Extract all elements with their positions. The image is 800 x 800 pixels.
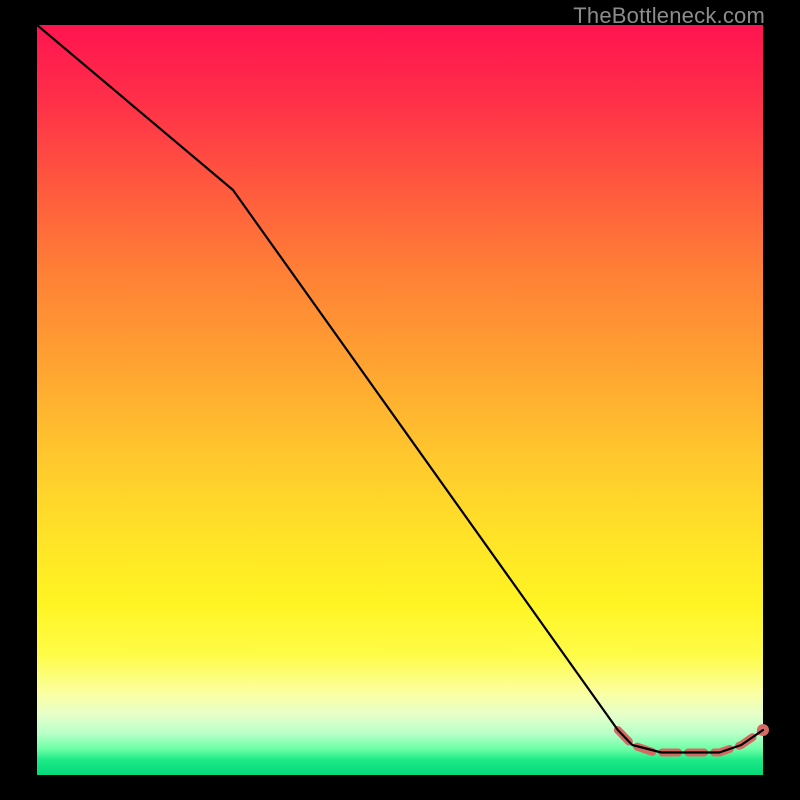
bottom-marker-dash <box>618 730 763 753</box>
chart-canvas: TheBottleneck.com <box>0 0 800 800</box>
main-curve <box>37 25 763 753</box>
chart-overlay <box>37 25 763 775</box>
